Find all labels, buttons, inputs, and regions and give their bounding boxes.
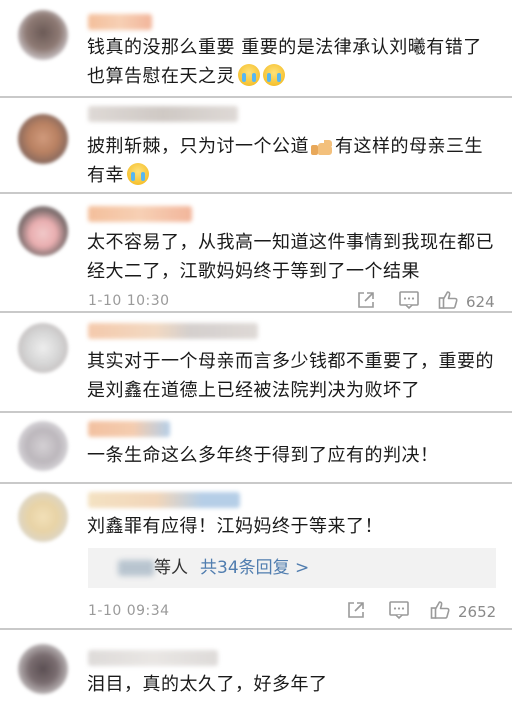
avatar[interactable] (18, 492, 68, 542)
username-blurred[interactable] (88, 323, 258, 339)
comment-text: 其实对于一个母亲而言多少钱都不重要了，重要的是刘鑫在道德上已经被法院判决为败坏了 (87, 351, 494, 401)
username-blurred[interactable] (88, 206, 192, 222)
comment-feed: 钱真的没那么重要 重要的是法律承认刘曦有错了也算告慰在天之灵 披荆斩棘，只为讨一… (0, 0, 512, 701)
thumbs-up-icon[interactable] (438, 290, 462, 312)
like-count: 2652 (458, 603, 497, 621)
comment-text: 太不容易了，从我高一知道这件事情到我现在都已经大二了，江歌妈妈终于等到了一个结果 (87, 232, 494, 282)
comment-text: 钱真的没那么重要 重要的是法律承认刘曦有错了也算告慰在天之灵 (87, 33, 498, 91)
crying-face-icon (238, 64, 260, 86)
comment-item[interactable]: 其实对于一个母亲而言多少钱都不重要了，重要的是刘鑫在道德上已经被法院判决为败坏了 (0, 313, 512, 411)
like-count: 624 (466, 293, 495, 311)
comment-text: 一条生命这么多年终于得到了应有的判决！ (87, 445, 439, 466)
avatar[interactable] (18, 644, 68, 694)
comment-item[interactable]: 披荆斩棘，只为讨一个公道 有这样的母亲三生有幸 (0, 98, 512, 192)
reply-count-link[interactable]: 共34条回复 > (200, 548, 309, 588)
avatar[interactable] (18, 10, 68, 60)
reply-usernames-blurred (118, 560, 154, 576)
comment-item[interactable]: 刘鑫罪有应得！江妈妈终于等来了！ 等人 共34条回复 > 1-10 09:34 … (0, 484, 512, 628)
username-blurred[interactable] (88, 650, 218, 666)
timestamp: 1-10 10:30 (88, 293, 170, 309)
username-blurred[interactable] (88, 14, 152, 30)
thumbs-up-emoji-icon (311, 137, 333, 155)
comment-item[interactable]: 一条生命这么多年终于得到了应有的判决！ (0, 413, 512, 482)
comment-text-content: 披荆斩棘，只为讨一个公道 (87, 136, 309, 157)
comment-text: 刘鑫罪有应得！江妈妈终于等来了！ (87, 516, 383, 537)
comment-text: 披荆斩棘，只为讨一个公道 有这样的母亲三生有幸 (87, 132, 498, 190)
comment-meta: 1-10 10:30 624 (88, 290, 498, 312)
comment-item[interactable]: 钱真的没那么重要 重要的是法律承认刘曦有错了也算告慰在天之灵 (0, 0, 512, 96)
comment-item[interactable]: 泪目，真的太久了，好多年了 (0, 630, 512, 701)
reply-who-label: 等人 (154, 558, 188, 578)
avatar[interactable] (18, 114, 68, 164)
username-blurred[interactable] (88, 106, 238, 122)
avatar[interactable] (18, 206, 68, 256)
thumbs-up-icon[interactable] (430, 600, 454, 622)
share-icon[interactable] (346, 600, 370, 622)
crying-face-icon (263, 64, 285, 86)
avatar[interactable] (18, 421, 68, 471)
username-blurred[interactable] (88, 492, 240, 508)
comment-item[interactable]: 太不容易了，从我高一知道这件事情到我现在都已经大二了，江歌妈妈终于等到了一个结果… (0, 194, 512, 311)
comment-icon[interactable] (398, 290, 422, 312)
reply-summary[interactable]: 等人 共34条回复 > (88, 548, 496, 588)
avatar[interactable] (18, 323, 68, 373)
comment-text: 泪目，真的太久了，好多年了 (87, 674, 328, 695)
username-blurred[interactable] (88, 421, 170, 437)
share-icon[interactable] (356, 290, 380, 312)
crying-face-icon (127, 163, 149, 185)
comment-meta: 1-10 09:34 2652 (88, 600, 498, 622)
comment-text-content: 钱真的没那么重要 重要的是法律承认刘曦有错了也算告慰在天之灵 (87, 37, 482, 87)
comment-icon[interactable] (388, 600, 412, 622)
timestamp: 1-10 09:34 (88, 603, 170, 619)
